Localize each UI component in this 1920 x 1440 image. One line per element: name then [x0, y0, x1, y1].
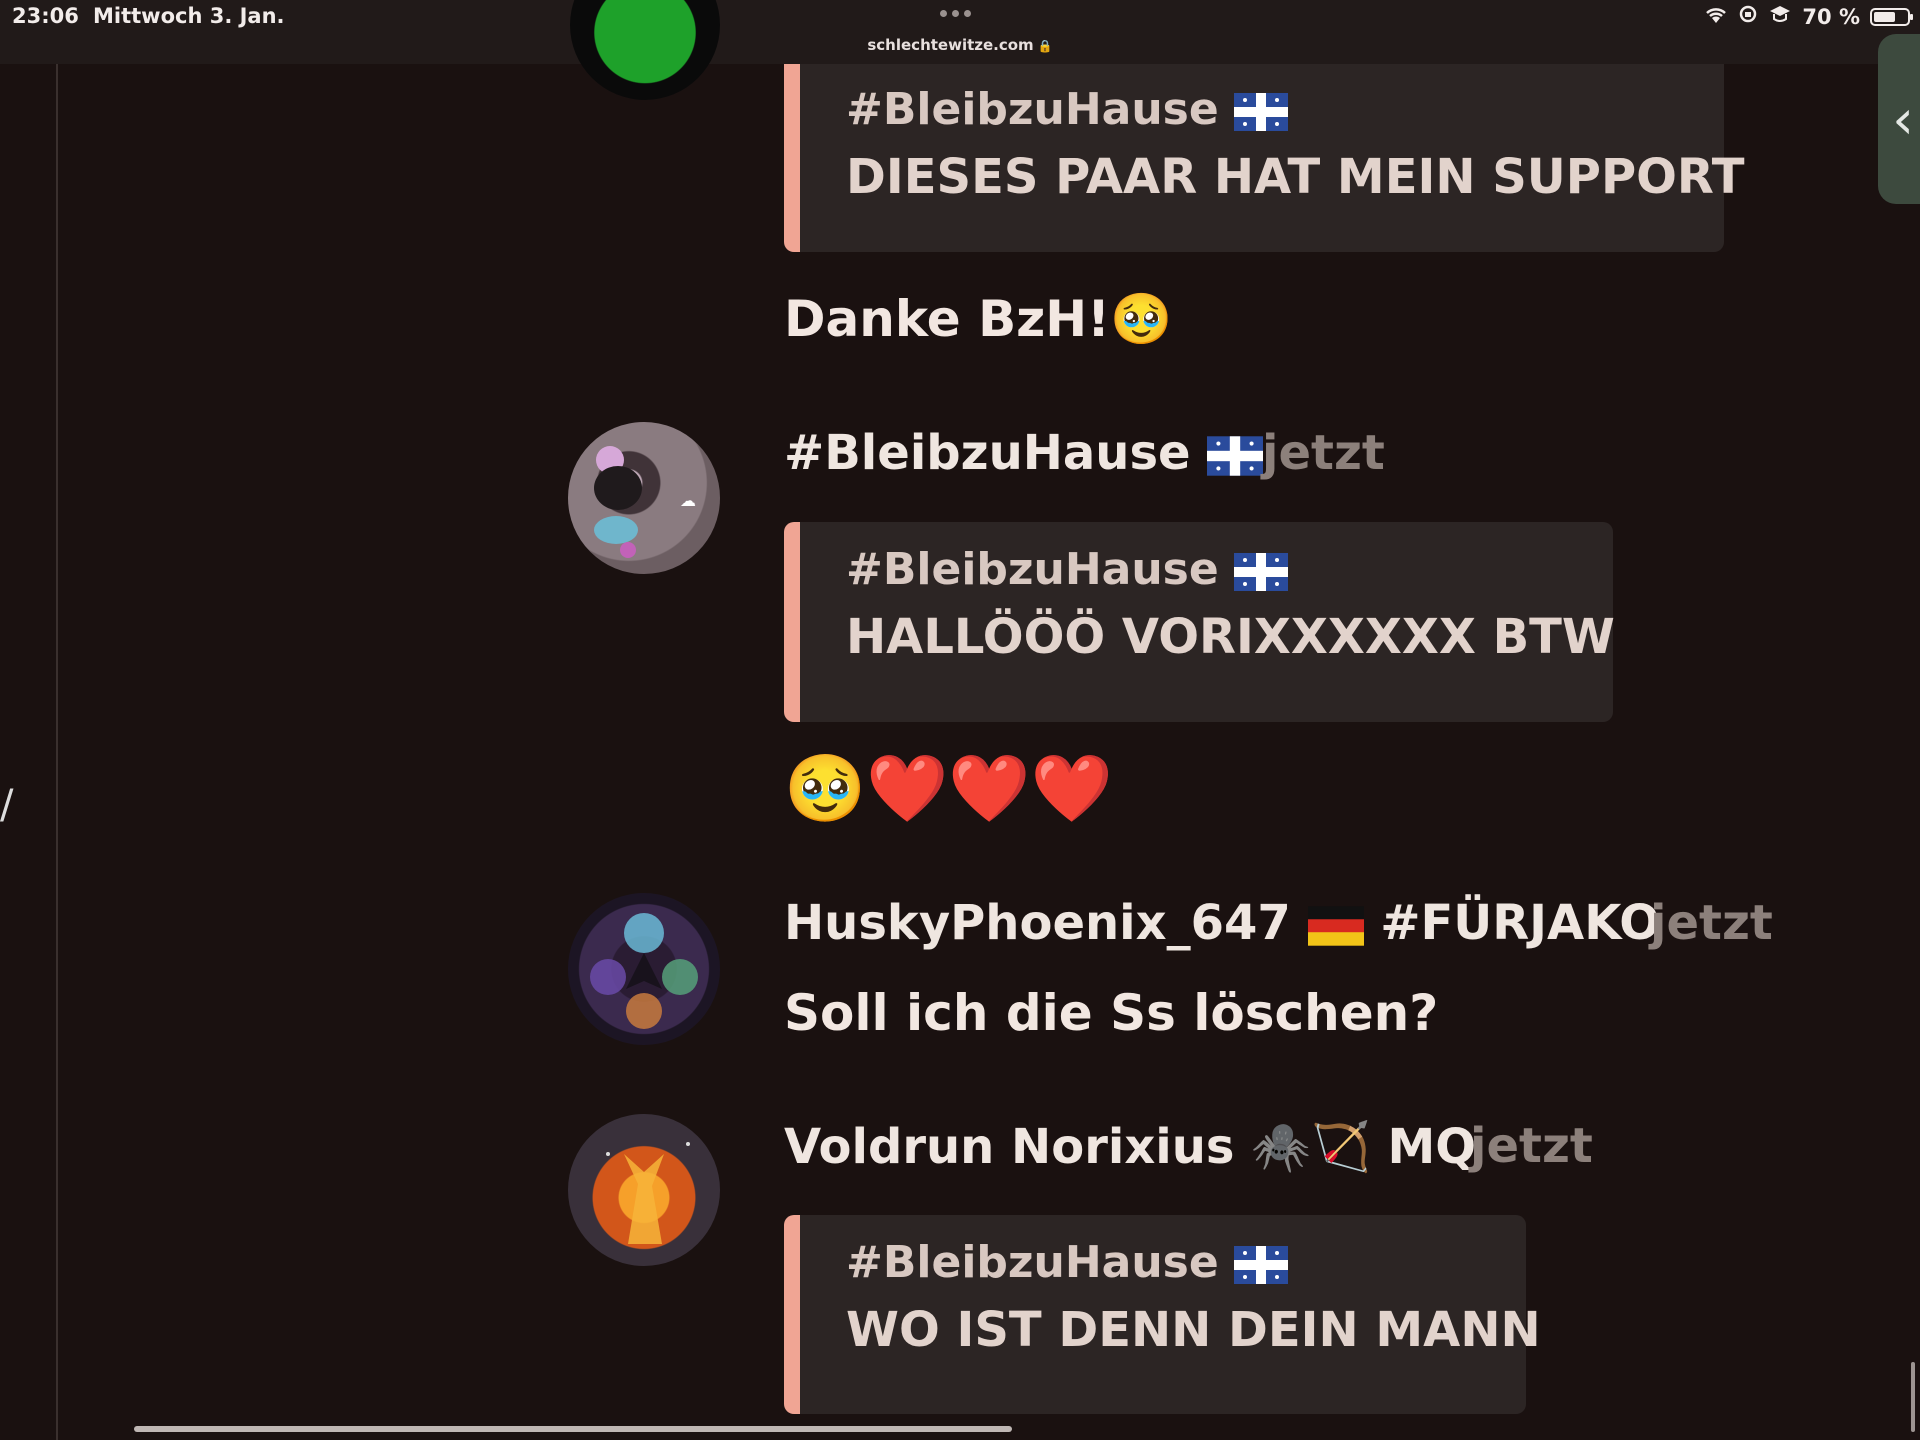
message-author[interactable]: Voldrun Norixius 🕷️🏹 MQ [784, 1118, 1476, 1175]
message-timestamp: jetzt [1262, 425, 1385, 481]
quote-text: DIESES PAAR HAT MEIN SUPPORT [846, 149, 1745, 205]
message-timestamp: jetzt [1650, 895, 1773, 951]
flag-icon [1207, 436, 1264, 476]
reply-quote[interactable]: #BleibzuHause DIESES PAAR HAT MEIN SUPPO… [784, 64, 1745, 252]
emoji-message: 🥹❤️❤️❤️ [784, 750, 1113, 827]
quote-author: #BleibzuHause [846, 1237, 1526, 1288]
message-timestamp: jetzt [1470, 1118, 1593, 1174]
url-text: schlechtewitze.com [867, 36, 1034, 54]
quote-author: #BleibzuHause [846, 544, 1613, 595]
avatar[interactable] [568, 893, 720, 1045]
avatar[interactable]: ☁ [568, 422, 720, 574]
home-indicator[interactable] [134, 1426, 1012, 1432]
germany-flag-icon [1307, 895, 1364, 951]
message-text: Danke BzH!🥹 [784, 290, 1173, 348]
battery-percent: 70 % [1802, 4, 1860, 29]
lock-icon: 🔒 [1037, 39, 1053, 53]
spider-bow-emojis: 🕷️🏹 [1251, 1119, 1371, 1175]
more-dots-icon[interactable] [940, 10, 971, 17]
status-bar: 23:06 Mittwoch 3. Jan. schlechtewitze.co… [0, 0, 1920, 64]
sidebar-clipped-glyph: / [0, 782, 14, 828]
reply-quote[interactable]: #BleibzuHause WO IST DENN DEIN MANN [784, 1215, 1541, 1414]
message-text: Soll ich die Ss löschen? [784, 984, 1439, 1042]
status-icons: 70 % [1704, 4, 1913, 29]
flag-icon [1234, 553, 1289, 591]
svg-text:☁: ☁ [680, 491, 696, 510]
flag-icon [1234, 1246, 1289, 1284]
message-author[interactable]: HuskyPhoenix_647 #FÜRJAKO [784, 895, 1660, 951]
flag-icon [1234, 93, 1289, 131]
message-author[interactable]: #BleibzuHause [784, 425, 1264, 481]
quote-text: HALLÖÖÖ VORIXXXXXX BTW [846, 609, 1615, 665]
collapse-panel-button[interactable]: ‹ [1878, 34, 1920, 204]
battery-icon [1870, 7, 1913, 26]
graduation-cap-icon [1768, 4, 1792, 29]
wifi-icon [1704, 5, 1728, 29]
quote-text: WO IST DENN DEIN MANN [846, 1302, 1541, 1358]
pleading-face-emoji: 🥹 [1109, 290, 1173, 348]
quote-author: #BleibzuHause [846, 84, 1724, 135]
avatar[interactable] [568, 1114, 720, 1266]
status-date: Mittwoch 3. Jan. [93, 4, 285, 28]
chat-screen: 23:06 Mittwoch 3. Jan. schlechtewitze.co… [0, 0, 1920, 1440]
vertical-scrollbar[interactable] [1911, 1362, 1915, 1432]
avatar[interactable] [570, 0, 720, 100]
address-bar[interactable]: schlechtewitze.com 🔒 [0, 36, 1920, 54]
status-time: 23:06 [12, 4, 79, 28]
orientation-lock-icon [1738, 4, 1758, 29]
sidebar-divider [56, 64, 58, 1440]
reply-quote[interactable]: #BleibzuHause HALLÖÖÖ VORIXXXXXX BTW [784, 522, 1615, 722]
chevron-left-icon: ‹ [1892, 87, 1914, 151]
